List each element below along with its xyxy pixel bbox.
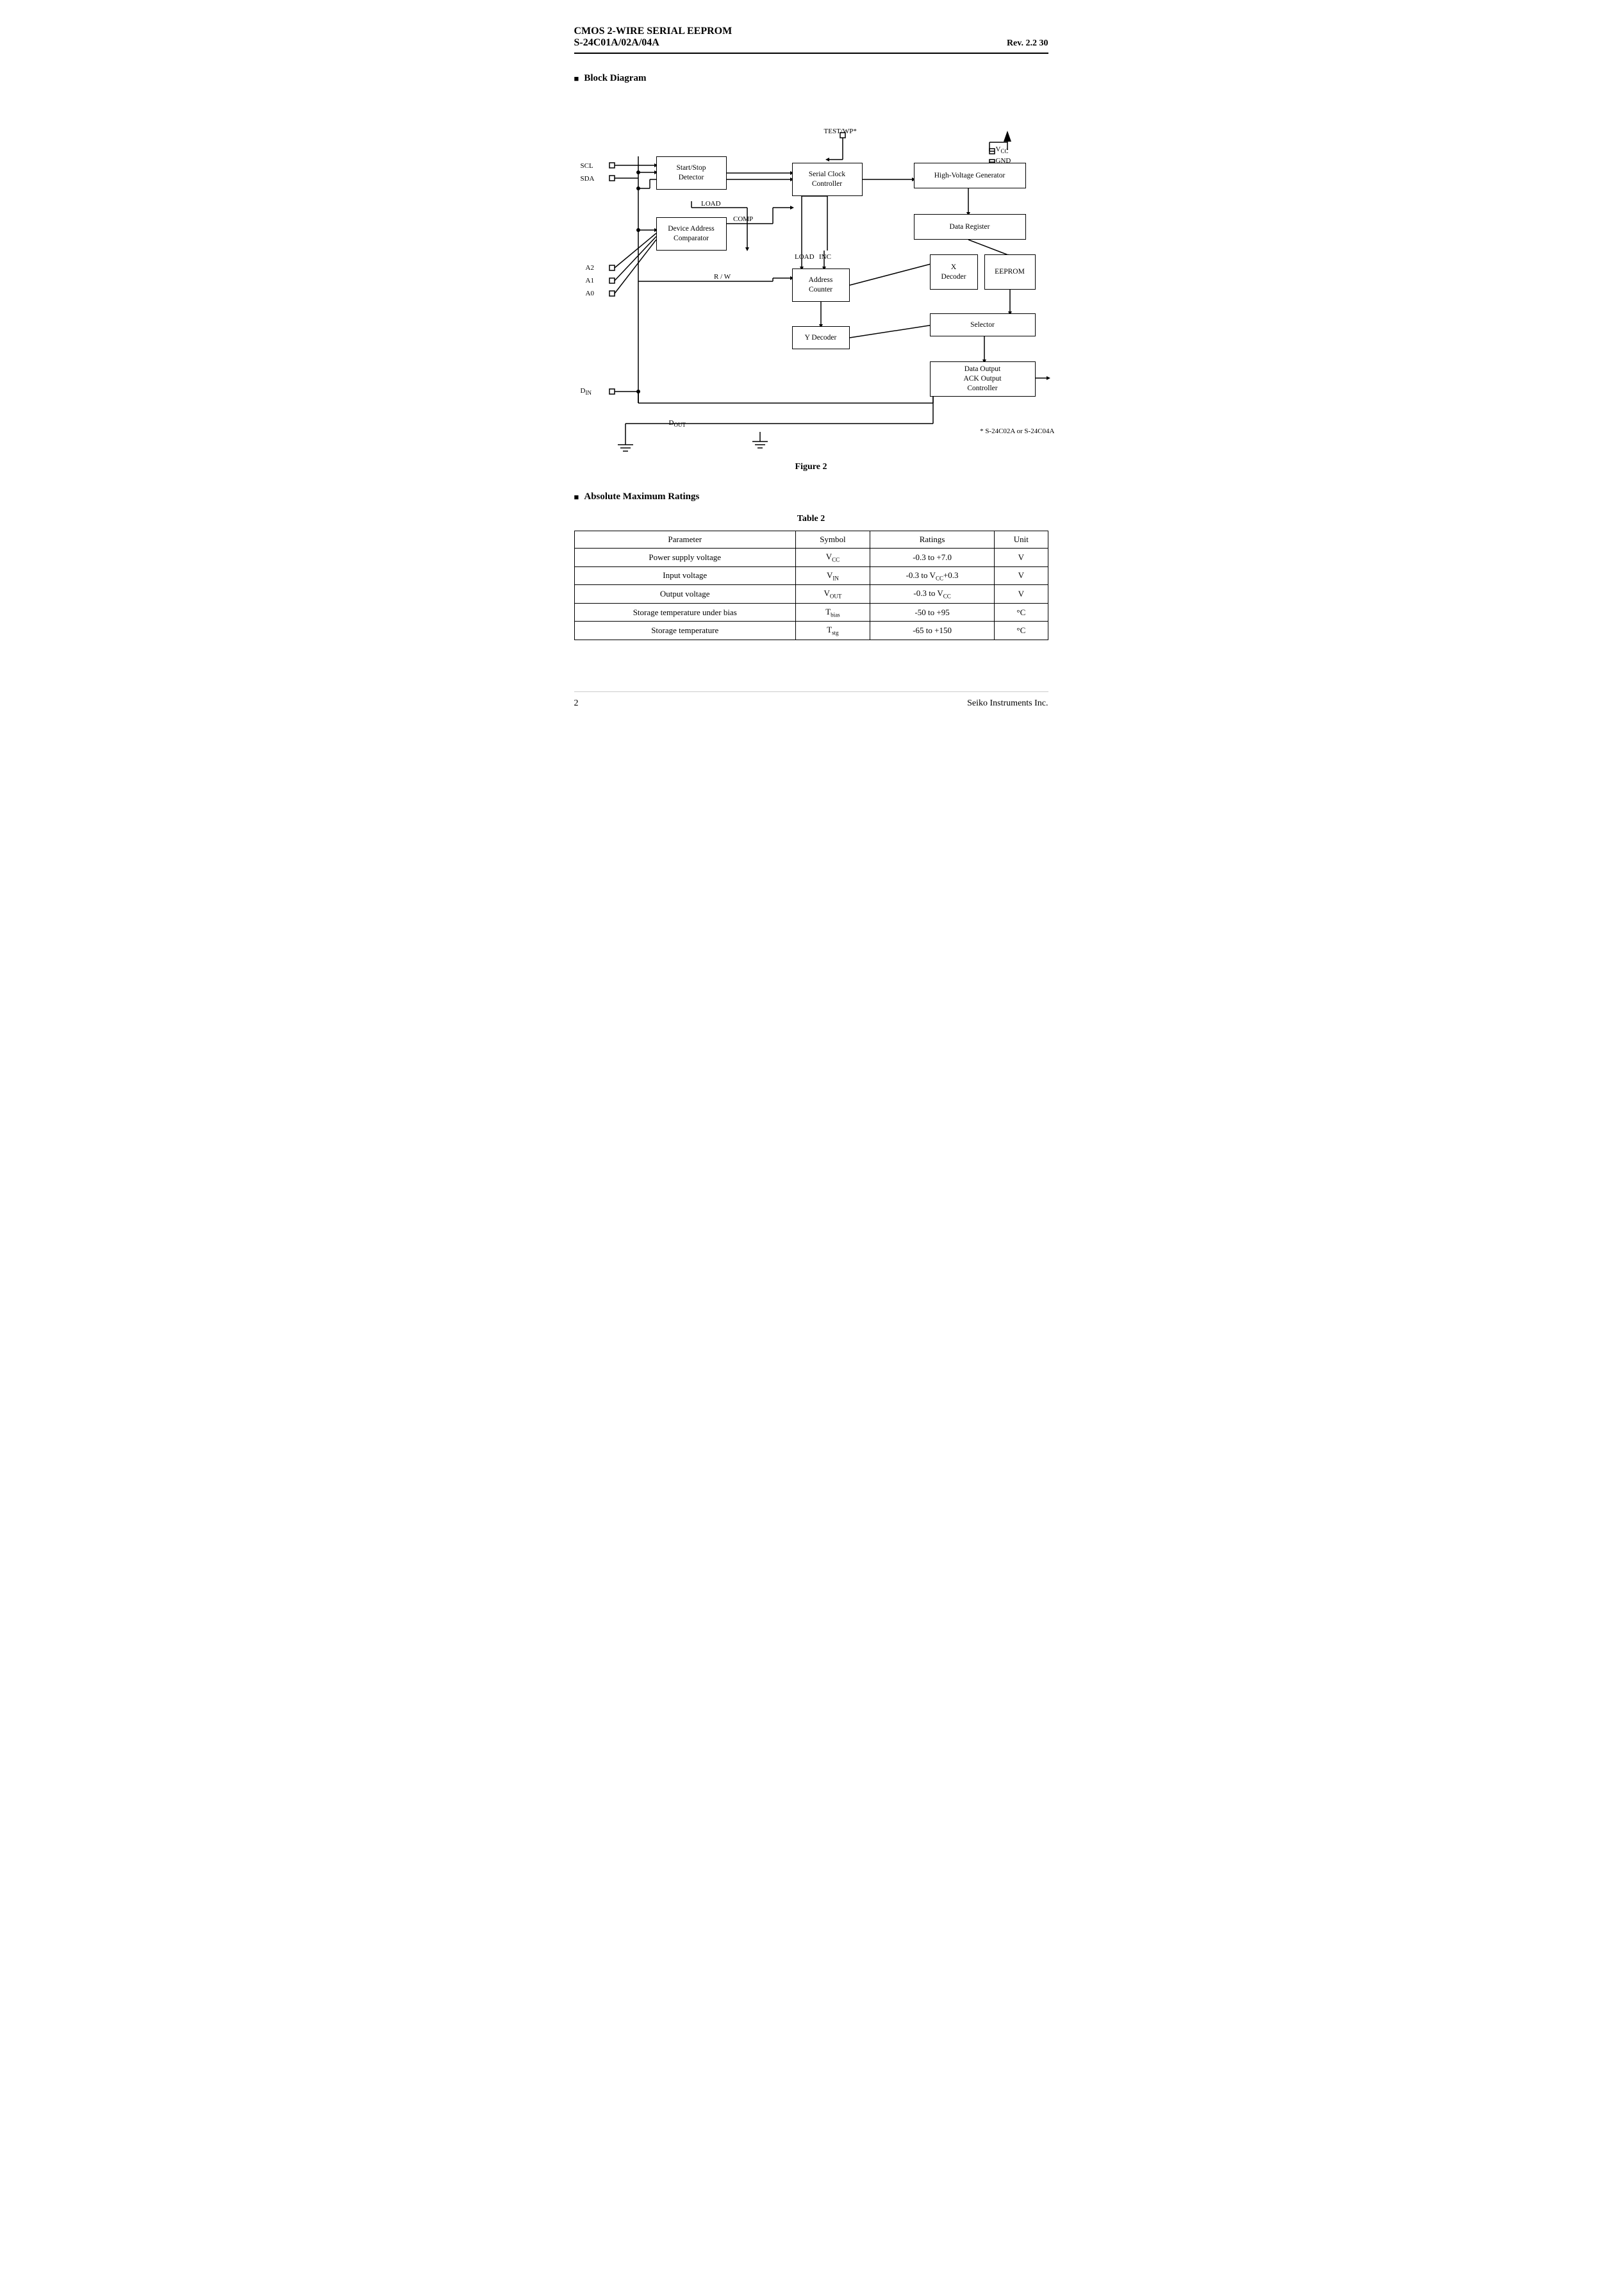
param-cell: Output voltage: [574, 585, 795, 604]
eeprom-block: EEPROM: [984, 254, 1036, 290]
page-number: 2: [574, 698, 579, 709]
symbol-cell: VCC: [795, 549, 870, 567]
table-row: Storage temperature under bias Tbias -50…: [574, 603, 1048, 622]
test-wp-label: TEST/WP*: [824, 128, 857, 135]
svg-text:LOAD: LOAD: [701, 200, 721, 208]
symbol-cell: VIN: [795, 566, 870, 585]
col-unit: Unit: [995, 531, 1048, 549]
rating-cell: -0.3 to +7.0: [870, 549, 994, 567]
high-voltage-block: High-Voltage Generator: [914, 163, 1026, 188]
rating-cell: -0.3 to VCC+0.3: [870, 566, 994, 585]
block-diagram: LOAD COMP R / W LOAD INC: [574, 95, 1055, 454]
vcc-label: VCC: [996, 145, 1009, 154]
param-cell: Input voltage: [574, 566, 795, 585]
unit-cell: V: [995, 585, 1048, 604]
a1-label: A1: [586, 277, 594, 285]
table-row: Input voltage VIN -0.3 to VCC+0.3 V: [574, 566, 1048, 585]
figure-caption: Figure 2: [574, 462, 1048, 472]
sda-label: SDA: [581, 175, 595, 183]
unit-cell: °C: [995, 603, 1048, 622]
diagram-note: * S-24C02A or S-24C04A: [980, 427, 1054, 435]
din-label: DIN: [581, 387, 592, 396]
doc-title-line2: S-24C01A/02A/04A: [574, 37, 732, 49]
param-cell: Storage temperature: [574, 622, 795, 640]
col-parameter: Parameter: [574, 531, 795, 549]
data-register-block: Data Register: [914, 214, 1026, 240]
data-output-block: Data OutputACK OutputController: [930, 361, 1036, 397]
svg-text:R / W: R / W: [714, 273, 731, 281]
rating-cell: -50 to +95: [870, 603, 994, 622]
svg-text:LOAD: LOAD: [795, 253, 815, 261]
rating-cell: -65 to +150: [870, 622, 994, 640]
x-decoder-block: XDecoder: [930, 254, 978, 290]
param-cell: Storage temperature under bias: [574, 603, 795, 622]
address-counter-block: AddressCounter: [792, 268, 850, 302]
dout-label: DOUT: [669, 419, 686, 428]
ratings-heading: Absolute Maximum Ratings: [574, 491, 1048, 502]
a2-label: A2: [586, 264, 594, 272]
scl-label: SCL: [581, 162, 593, 170]
y-decoder-block: Y Decoder: [792, 326, 850, 349]
svg-text:COMP: COMP: [733, 215, 753, 223]
symbol-cell: VOUT: [795, 585, 870, 604]
ratings-table: Parameter Symbol Ratings Unit Power supp…: [574, 531, 1048, 640]
gnd-label: GND: [996, 157, 1011, 165]
revision-label: Rev. 2.2 30: [1007, 38, 1048, 49]
start-stop-block: Start/StopDetector: [656, 156, 727, 190]
page-header: CMOS 2-WIRE SERIAL EEPROM S-24C01A/02A/0…: [574, 26, 1048, 54]
param-cell: Power supply voltage: [574, 549, 795, 567]
rating-cell: -0.3 to VCC: [870, 585, 994, 604]
table-row: Power supply voltage VCC -0.3 to +7.0 V: [574, 549, 1048, 567]
selector-block: Selector: [930, 313, 1036, 336]
unit-cell: V: [995, 549, 1048, 567]
table-row: Storage temperature Tstg -65 to +150 °C: [574, 622, 1048, 640]
table-title: Table 2: [574, 514, 1048, 524]
table-row: Output voltage VOUT -0.3 to VCC V: [574, 585, 1048, 604]
serial-clock-block: Serial ClockController: [792, 163, 863, 196]
symbol-cell: Tstg: [795, 622, 870, 640]
unit-cell: V: [995, 566, 1048, 585]
doc-title-line1: CMOS 2-WIRE SERIAL EEPROM: [574, 26, 732, 37]
symbol-cell: Tbias: [795, 603, 870, 622]
col-symbol: Symbol: [795, 531, 870, 549]
svg-text:INC: INC: [819, 253, 831, 261]
block-diagram-heading: Block Diagram: [574, 73, 1048, 84]
a0-label: A0: [586, 290, 594, 297]
company-name: Seiko Instruments Inc.: [967, 698, 1048, 709]
unit-cell: °C: [995, 622, 1048, 640]
col-ratings: Ratings: [870, 531, 994, 549]
device-addr-block: Device AddressComparator: [656, 217, 727, 251]
